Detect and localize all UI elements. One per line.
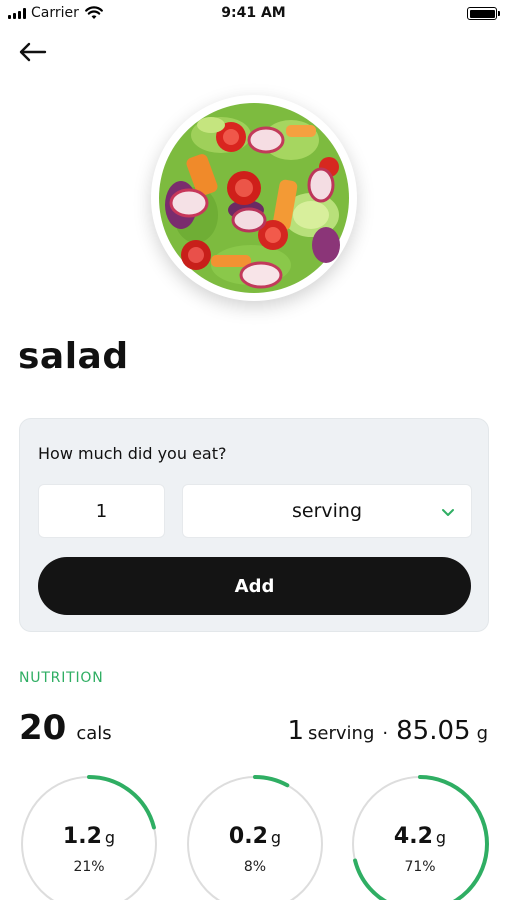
macro-value: 1.2 bbox=[62, 824, 102, 849]
amount-question: How much did you eat? bbox=[38, 444, 227, 463]
status-bar: Carrier 9:41 AM bbox=[0, 0, 507, 28]
macro-value: 4.2 bbox=[393, 824, 433, 849]
calories-summary: 20 cals bbox=[19, 708, 112, 748]
battery-icon bbox=[467, 7, 500, 20]
macro-unit: g bbox=[435, 828, 447, 847]
serving-qty: 1 bbox=[287, 716, 305, 746]
macro-unit: g bbox=[104, 828, 116, 847]
macro-percent: 8% bbox=[243, 859, 267, 875]
separator-dot: · bbox=[382, 723, 389, 744]
macro-ring-2: 0.2 g 8% bbox=[185, 774, 325, 900]
macro-ring-3: 4.2 g 71% bbox=[350, 774, 490, 900]
unit-select[interactable]: serving bbox=[182, 484, 472, 538]
back-button[interactable] bbox=[14, 36, 50, 68]
food-title: salad bbox=[18, 336, 129, 377]
serving-weight: 85.05 bbox=[396, 716, 471, 746]
calories-unit: cals bbox=[76, 723, 112, 744]
macro-percent: 21% bbox=[73, 859, 105, 875]
food-image bbox=[151, 95, 357, 301]
status-time: 9:41 AM bbox=[221, 5, 286, 21]
nutrition-section-label: NUTRITION bbox=[19, 670, 104, 686]
unit-select-value: serving bbox=[291, 500, 363, 522]
arrow-left-icon bbox=[19, 42, 47, 62]
quantity-input[interactable]: 1 bbox=[38, 484, 165, 538]
macro-percent: 71% bbox=[404, 859, 436, 875]
serving-unit: serving bbox=[308, 723, 375, 744]
add-button[interactable]: Add bbox=[38, 557, 471, 615]
chevron-down-icon bbox=[442, 509, 454, 516]
calories-value: 20 bbox=[19, 708, 67, 748]
macro-value: 0.2 bbox=[228, 824, 268, 849]
serving-summary: 1 serving · 85.05 g bbox=[288, 716, 489, 746]
serving-weight-unit: g bbox=[476, 723, 488, 744]
macro-unit: g bbox=[270, 828, 282, 847]
macro-ring-1: 1.2 g 21% bbox=[19, 774, 159, 900]
amount-card: How much did you eat? 1 serving Add bbox=[19, 418, 489, 632]
